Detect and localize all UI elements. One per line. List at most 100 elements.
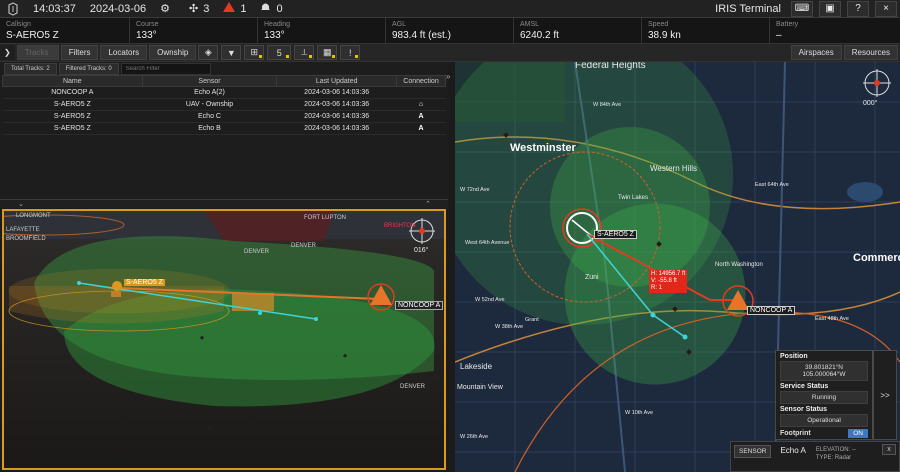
measure-button[interactable]: ⟂ [294,45,315,60]
status-value: 983.4 ft (est.) [392,30,451,41]
search-filter-input[interactable] [120,62,211,75]
footprint-toggle[interactable]: ON [848,429,868,438]
status-label: AGL [392,21,407,28]
road-w26: W 26th Ave [460,434,489,440]
noncoop-label-3d[interactable]: NONCOOP A [395,301,444,310]
alert-button[interactable]: ! [340,45,361,60]
locators-tab[interactable]: Locators [100,45,148,60]
keyboard-button[interactable]: ⌨ [791,0,813,17]
table-row[interactable]: S-AERO5 Z Echo B 2024-03-06 14:03:36 A [2,122,446,135]
cell-name: NONCOOP A [2,86,143,99]
filtered-tracks-chip[interactable]: Filtered Tracks: 0 [58,62,119,75]
status-value: 6240.2 ft [520,30,559,41]
footprint-row: Footprint ON [776,427,872,440]
drone-count: 3 [203,2,210,15]
compass-heading-map: 000° [863,100,878,107]
road-w84: W 84th Ave [593,102,622,108]
cell-sensor: UAV - Ownship [142,98,277,111]
table-row[interactable]: S-AERO5 Z UAV - Ownship 2024-03-06 14:03… [2,98,446,111]
filters-tab[interactable]: Filters [60,45,99,60]
track-summary: Total Tracks: 2 Filtered Tracks: 0 [0,62,448,75]
layers-icon: ◈ [204,47,212,57]
status-label: Battery [776,21,799,28]
status-callsign: Callsign S-AERO5 Z [0,18,130,43]
status-value: 38.9 kn [648,30,681,41]
col-updated[interactable]: Last Updated [276,75,398,87]
tracks-tab[interactable]: Tracks [16,45,59,60]
layers-button[interactable]: ◈ [198,45,219,60]
alerts-button[interactable]: 1 [216,0,253,18]
sensor-bar: SENSOR Echo A ELEVATION: -- TYPE: Radar … [730,441,900,472]
help-icon: ? [855,3,861,14]
toolbar: ❯ Tracks Filters Locators Ownship ◈ ▼ ⊞ … [0,44,900,62]
track-panel: Total Tracks: 2 Filtered Tracks: 0 Name … [0,62,448,201]
filter-button[interactable]: ▼ [221,45,242,60]
place-longmont: LONGMONT [16,213,51,219]
panel-splitter[interactable]: ⌄ ⌃ [0,199,448,208]
chevron-down-icon[interactable]: ⌄ [18,200,24,208]
position-value: 39.801821°N 105.000064°W [780,361,868,381]
map-button[interactable]: ▦ [317,45,338,60]
slot-button[interactable]: 5 [267,45,292,60]
place-twin-lakes: Twin Lakes [618,195,649,201]
top-bar: 14:03:37 2024-03-06 ⚙ ✣ 3 1 0 IRIS Termi… [0,0,900,18]
cell-updated: 2024-03-06 14:03:36 [276,86,397,99]
settings-button[interactable]: ⚙ [153,0,182,18]
status-label: Callsign [6,21,31,28]
grid-button[interactable]: ⊞ [244,45,265,60]
measure-h: H: 14956.7 ft [651,271,686,277]
status-label: Course [136,21,159,28]
exclamation-icon: ! [349,47,352,58]
cell-connection: A [396,122,446,135]
status-course: Course 133° [130,18,258,43]
place-federal-heights: Federal Heights [575,62,646,71]
table-row[interactable]: S-AERO5 Z Echo C 2024-03-06 14:03:36 A [2,110,446,123]
status-battery: Battery – [770,18,900,43]
chevron-up-icon[interactable]: ⌃ [425,200,431,208]
notifications-button[interactable]: 0 [253,0,289,18]
view-3d[interactable]: LONGMONT LAFAYETTE BROOMFIELD FORT LUPTO… [2,209,446,470]
table-row[interactable]: NONCOOP A Echo A(2) 2024-03-06 14:03:36 [2,86,446,99]
sensor-bar-close[interactable]: x [882,444,896,455]
road-e64: East 64th Ave [755,182,789,188]
expand-panel-handle[interactable]: » [446,72,454,88]
help-button[interactable]: ? [847,0,869,17]
sensor-meta: ELEVATION: -- TYPE: Radar [816,446,856,462]
service-status-value: Running [780,391,868,404]
app-logo-icon [8,1,18,16]
status-speed: Speed 38.9 kn [642,18,770,43]
ownship-label-3d[interactable]: S-AERO5 Z [124,279,165,286]
cell-updated: 2024-03-06 14:03:36 [276,122,397,135]
noncoop-label-map[interactable]: NONCOOP A [747,306,796,315]
status-value: 133° [136,30,157,41]
cell-sensor: Echo A(2) [142,86,277,99]
status-value: S-AERO5 Z [6,30,59,41]
place-lafayette: LAFAYETTE [6,227,40,233]
alert-count: 1 [240,2,247,15]
sensor-panel-expand[interactable]: >> [873,350,897,440]
close-button[interactable]: × [875,0,897,17]
ownship-tab[interactable]: Ownship [149,45,197,60]
col-sensor[interactable]: Sensor [141,75,278,87]
slot-label: 5 [276,47,282,58]
cell-name: S-AERO5 Z [2,122,143,135]
ownship-label-map[interactable]: S-AERO5 Z [594,230,637,239]
app-title: IRIS Terminal [715,2,781,15]
place-westminster: Westminster [510,142,576,154]
sensor-status-value: Operational [780,414,868,427]
clock-time: 14:03:37 [33,2,76,15]
position-label: Position [780,353,808,360]
total-tracks-chip[interactable]: Total Tracks: 2 [4,62,57,75]
resources-button[interactable]: Resources [843,45,898,60]
airspaces-button[interactable]: Airspaces [790,45,842,60]
collapse-button[interactable]: ❯ [0,45,15,60]
sensor-button[interactable]: SENSOR [734,445,772,458]
screenshot-button[interactable]: ▣ [819,0,841,17]
status-value: – [776,30,782,41]
clock-date: 2024-03-06 [89,2,147,15]
col-connection[interactable]: Connection [396,75,446,87]
place-lakeside: Lakeside [460,362,493,371]
road-w64: West 64th Avenue [465,240,510,246]
col-name[interactable]: Name [2,75,143,87]
drones-button[interactable]: ✣ 3 [182,0,216,18]
